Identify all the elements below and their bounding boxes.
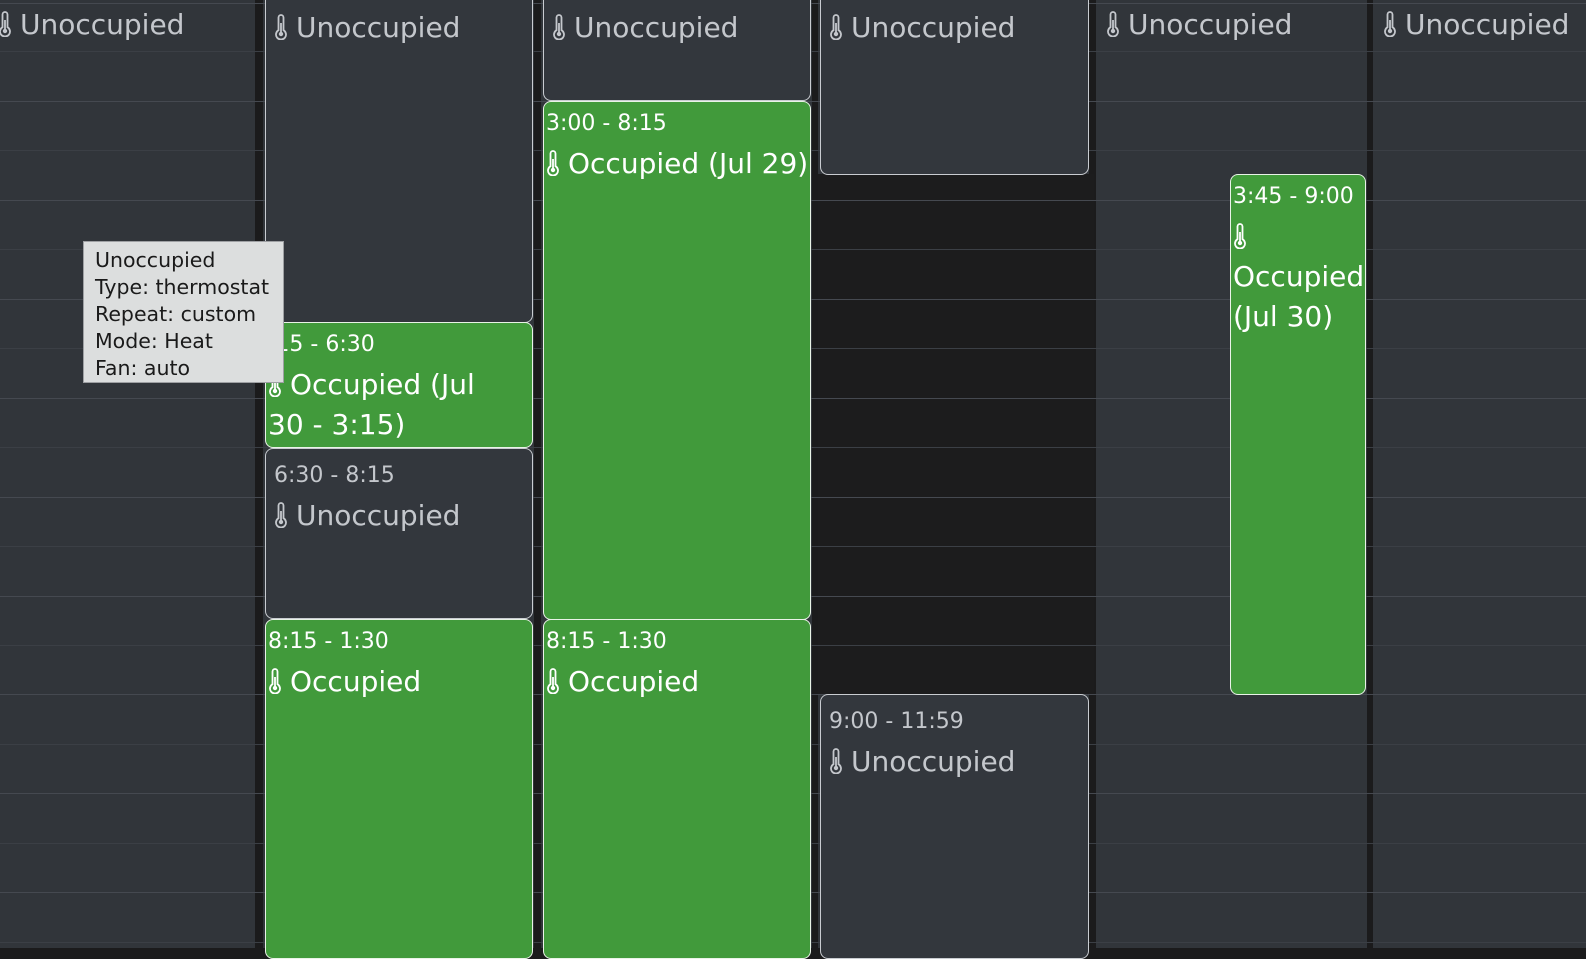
event-time: 3:45 - 9:00 xyxy=(1233,184,1354,209)
empty-slot-area xyxy=(818,174,1094,694)
thermometer-icon xyxy=(274,14,288,40)
event-occupied-col1-b[interactable]: 8:15 - 1:30 Occupied xyxy=(265,619,533,959)
event-unoccupied-col3-top[interactable]: Unoccupied xyxy=(820,0,1089,175)
event-occupied-col1-a[interactable]: :15 - 6:30 Occupied (Jul 30 - 3:15) xyxy=(265,322,533,448)
event-time: 6:30 - 8:15 xyxy=(274,463,395,488)
thermometer-icon xyxy=(0,11,12,37)
event-time: :15 - 6:30 xyxy=(268,332,375,357)
event-title: Occupied (Jul 29) xyxy=(568,147,809,180)
event-time: 8:15 - 1:30 xyxy=(268,629,389,654)
event-occupied-col2-a[interactable]: 3:00 - 8:15 Occupied (Jul 29) xyxy=(543,101,811,620)
column-1-header-label: Unoccupied xyxy=(296,11,461,44)
thermometer-icon xyxy=(829,14,843,40)
event-time: 3:00 - 8:15 xyxy=(546,111,667,136)
tooltip-repeat: Repeat: custom xyxy=(95,302,257,326)
tooltip-type: Type: thermostat xyxy=(95,275,270,299)
event-time: 8:15 - 1:30 xyxy=(546,629,667,654)
column-4-header-label: Unoccupied xyxy=(1128,8,1293,41)
thermometer-icon xyxy=(552,14,566,40)
event-title: Unoccupied xyxy=(851,745,1016,778)
tooltip-mode: Mode: Heat xyxy=(95,329,213,353)
event-occupied-col2-b[interactable]: 8:15 - 1:30 Occupied xyxy=(543,619,811,959)
day-column-5[interactable] xyxy=(1373,0,1586,948)
column-2-header-label: Unoccupied xyxy=(574,11,739,44)
thermometer-icon xyxy=(1106,11,1120,37)
column-0-header-label: Unoccupied xyxy=(20,8,185,41)
tooltip-fan: Fan: auto xyxy=(95,356,191,380)
event-unoccupied-col1[interactable]: 6:30 - 8:15 Unoccupied xyxy=(265,448,533,619)
column-3-header-label: Unoccupied xyxy=(851,11,1016,44)
day-column-0[interactable] xyxy=(0,0,255,948)
thermometer-icon xyxy=(829,748,843,774)
column-4-header[interactable]: Unoccupied xyxy=(1106,8,1292,41)
column-5-header-label: Unoccupied xyxy=(1405,8,1570,41)
event-title: Occupied (Jul 30) xyxy=(1233,260,1365,333)
thermometer-icon xyxy=(546,150,560,176)
event-time: 9:00 - 11:59 xyxy=(829,709,964,734)
event-tooltip: Unoccupied Type: thermostat Repeat: cust… xyxy=(83,241,284,383)
column-0-header[interactable]: Unoccupied xyxy=(0,8,184,41)
event-title: Occupied xyxy=(290,665,422,698)
event-unoccupied-col1-top[interactable]: Unoccupied xyxy=(265,0,533,323)
event-title: Unoccupied xyxy=(296,499,461,532)
tooltip-title: Unoccupied xyxy=(95,248,216,272)
event-title: Occupied xyxy=(568,665,700,698)
event-unoccupied-col3[interactable]: 9:00 - 11:59 Unoccupied xyxy=(820,694,1089,959)
event-occupied-col4[interactable]: 3:45 - 9:00 Occupied (Jul 30) xyxy=(1230,174,1366,695)
thermometer-icon xyxy=(268,668,282,694)
event-title: Occupied (Jul 30 - 3:15) xyxy=(268,368,475,441)
column-5-header[interactable]: Unoccupied xyxy=(1383,8,1569,41)
event-unoccupied-col2-top[interactable]: Unoccupied xyxy=(543,0,811,101)
thermometer-icon xyxy=(1383,11,1397,37)
thermometer-icon xyxy=(1233,223,1247,249)
thermometer-icon xyxy=(274,502,288,528)
thermometer-icon xyxy=(546,668,560,694)
